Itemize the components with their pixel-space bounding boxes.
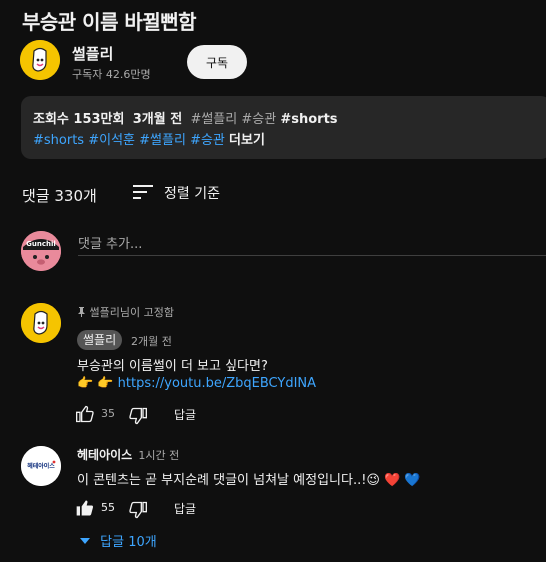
upload-age: 3개월 전 [132, 112, 183, 127]
comment-avatar[interactable] [21, 303, 61, 343]
thumbs-up-icon[interactable] [75, 404, 95, 424]
pin-icon [78, 307, 85, 317]
subscribe-button[interactable]: 구독 [187, 45, 247, 79]
brand-logo-icon: 헤테아이스 [21, 446, 61, 486]
add-comment-input[interactable]: 댓글 추가... [78, 230, 546, 256]
channel-row: 썰플리 구독자 42.6만명 구독 [20, 40, 540, 84]
channel-logo-icon [21, 303, 61, 343]
view-replies-button[interactable]: 답글 10개 [80, 531, 157, 550]
view-count: 조회수 153만회 [33, 112, 125, 127]
reply-button[interactable]: 답글 [174, 500, 196, 517]
pinned-label: 썰플리님이 고정함 [89, 306, 174, 319]
comment-actions: 55 답글 [75, 498, 205, 520]
comment-time[interactable]: 1시간 전 [138, 449, 179, 462]
description-box[interactable]: 조회수 153만회 3개월 전 #썰플리 #승관 #shorts #shorts… [21, 96, 546, 159]
pinned-notice: 썰플리님이 고정함 [77, 304, 174, 320]
comment-author-name[interactable]: 헤테아이스 [77, 448, 132, 462]
caret-down-icon [80, 538, 90, 544]
hashtag[interactable]: #shorts [280, 112, 337, 127]
like-count: 35 [101, 407, 115, 420]
replies-count-label: 답글 10개 [100, 535, 157, 550]
sort-icon [133, 185, 153, 199]
pointing-emoji: 👉 👉 [77, 376, 114, 391]
comment-count: 댓글 330개 [22, 187, 97, 205]
hashtag[interactable]: #승관 [241, 112, 276, 127]
comment-link-line: 👉 👉 https://youtu.be/ZbqEBCYdINA [77, 376, 316, 391]
hashtag[interactable]: #썰플리 [190, 112, 237, 127]
thumbs-down-icon[interactable] [128, 406, 148, 426]
hashtag[interactable]: #썰플리 [139, 133, 186, 148]
thumbs-up-icon[interactable] [75, 498, 95, 518]
brand-logo-text: 헤테아이스 [27, 462, 55, 470]
user-avatar-icon: Gunchil [21, 231, 61, 271]
comment-author: 헤테아이스 1시간 전 [77, 446, 179, 463]
channel-name[interactable]: 썰플리 [72, 43, 113, 64]
channel-logo-icon [20, 40, 60, 80]
comment-text: 부승관의 이름썰이 더 보고 싶다면? [77, 359, 268, 374]
comment-time[interactable]: 2개월 전 [131, 333, 172, 349]
thumbs-down-icon[interactable] [128, 500, 148, 520]
add-comment-placeholder: 댓글 추가... [78, 237, 143, 252]
description-line-1: 조회수 153만회 3개월 전 #썰플리 #승관 #shorts [33, 108, 338, 127]
description-line-2: #shorts #이석훈 #썰플리 #승관 더보기 [33, 129, 265, 148]
comment-text: 이 콘텐츠는 곧 부지순례 댓글이 넘쳐날 예정입니다..!😉 ❤️ 💙 [77, 473, 421, 488]
comment-author-badge[interactable]: 썰플리 [77, 330, 123, 350]
video-title: 부승관 이름 바뀔뻔함 [22, 10, 197, 34]
hashtag[interactable]: #이석훈 [88, 133, 135, 148]
subscriber-count: 구독자 42.6만명 [72, 68, 151, 81]
sort-label: 정렬 기준 [164, 186, 220, 202]
comment-avatar[interactable]: 헤테아이스 [21, 446, 61, 486]
hashtag[interactable]: #shorts [33, 133, 84, 148]
avatar-cap-text: Gunchil [26, 240, 56, 248]
video-link[interactable]: https://youtu.be/ZbqEBCYdINA [118, 376, 316, 391]
hashtag[interactable]: #승관 [190, 133, 225, 148]
channel-avatar[interactable] [20, 40, 60, 80]
reply-button[interactable]: 답글 [174, 406, 196, 423]
comment-actions: 35 답글 [75, 404, 205, 426]
like-count: 55 [101, 501, 115, 514]
more-link[interactable]: 더보기 [229, 133, 265, 148]
user-avatar: Gunchil [21, 231, 61, 271]
